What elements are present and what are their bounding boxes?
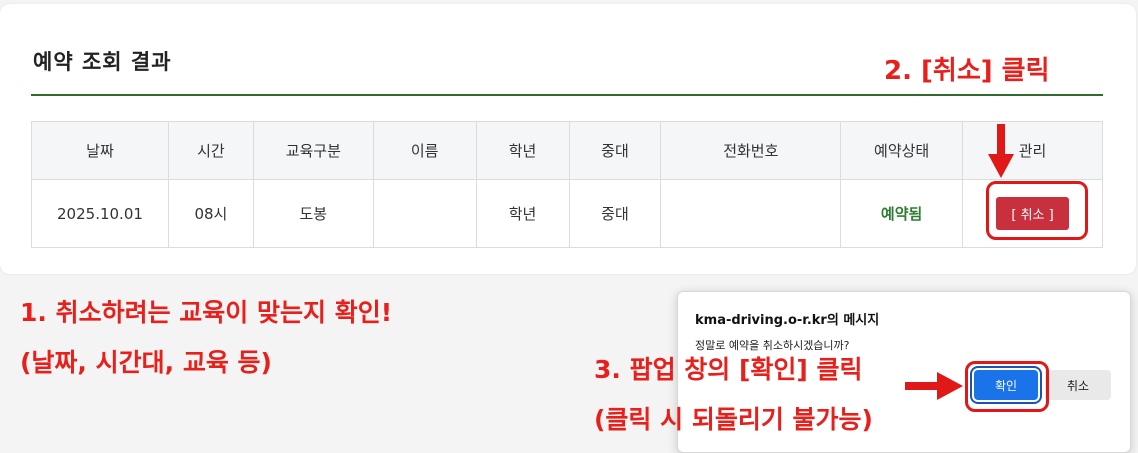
column-header-name: 이름 — [372, 121, 477, 180]
column-header-status: 예약상태 — [840, 121, 964, 180]
annotation-step2: 2. [취소] 클릭 — [884, 56, 1050, 86]
column-header-course: 교육구분 — [252, 121, 374, 180]
cell-status: 예약됨 — [840, 179, 964, 248]
cell-date: 2025.10.01 — [31, 179, 169, 248]
column-header-phone: 전화번호 — [660, 121, 842, 180]
cell-time: 08시 — [167, 179, 254, 248]
annotation-step1-line1: 1. 취소하려는 교육이 맞는지 확인! — [20, 298, 393, 327]
column-header-time: 시간 — [167, 121, 254, 180]
title-divider — [31, 94, 1103, 96]
dialog-title: kma-driving.o-r.kr의 메시지 — [695, 313, 880, 328]
down-arrow-icon — [988, 124, 1014, 178]
reservation-results-card: 예약 조회 결과 날짜 시간 교육구분 이름 학년 중대 전화번호 예약상태 관… — [0, 4, 1136, 274]
cell-company: 중대 — [568, 179, 662, 248]
ok-button-highlight — [965, 361, 1049, 412]
reservation-table: 날짜 시간 교육구분 이름 학년 중대 전화번호 예약상태 관리 2025.10… — [31, 121, 1103, 248]
table-header-row: 날짜 시간 교육구분 이름 학년 중대 전화번호 예약상태 관리 — [31, 121, 1103, 180]
column-header-date: 날짜 — [31, 121, 169, 180]
column-header-grade: 학년 — [475, 121, 570, 180]
right-arrow-icon — [905, 372, 963, 400]
cell-name — [372, 179, 477, 248]
annotation-step1-line2: (날짜, 시간대, 교육 등) — [20, 348, 272, 377]
table-row: 2025.10.01 08시 도봉 학년 중대 예약됨 [ 취소 ] — [31, 179, 1103, 248]
column-header-company: 중대 — [568, 121, 662, 180]
dialog-cancel-button[interactable]: 취소 — [1045, 370, 1111, 400]
cell-phone — [660, 179, 842, 248]
column-header-manage: 관리 — [962, 121, 1103, 180]
cell-course: 도봉 — [252, 179, 374, 248]
page-title: 예약 조회 결과 — [33, 50, 172, 74]
cell-grade: 학년 — [475, 179, 570, 248]
annotation-step3-line2: (클릭 시 되돌리기 불가능) — [594, 405, 873, 434]
cancel-button-highlight — [986, 181, 1088, 240]
annotation-step3-line1: 3. 팝업 창의 [확인] 클릭 — [594, 355, 863, 384]
